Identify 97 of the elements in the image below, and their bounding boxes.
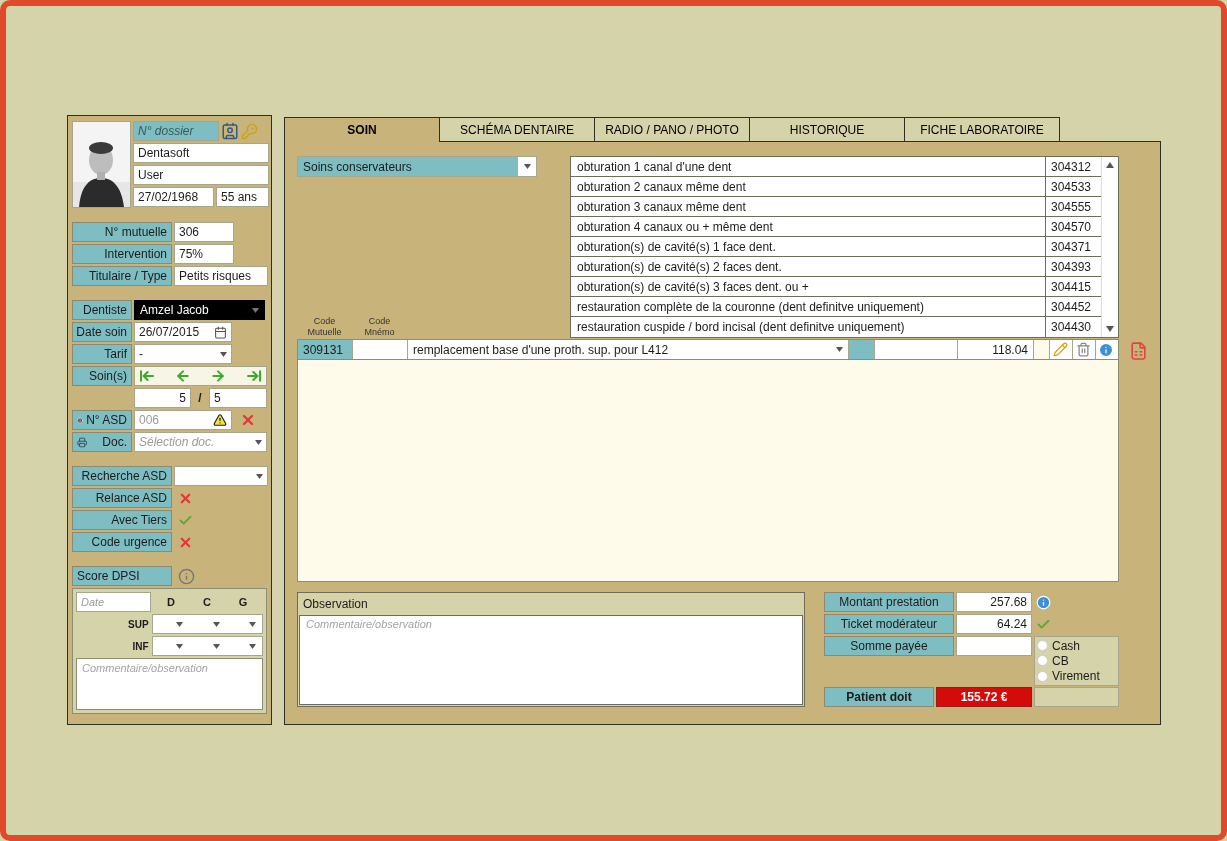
label-text: N° ASD: [86, 413, 127, 427]
current-field[interactable]: 5: [134, 388, 191, 408]
total-field: 5: [209, 388, 267, 408]
treatment-name[interactable]: obturation 2 canaux même dent: [571, 177, 1046, 196]
field-label: Code urgence: [72, 532, 172, 552]
category-select[interactable]: Soins conservateurs: [297, 156, 537, 177]
tab[interactable]: SOIN: [284, 117, 440, 142]
treatment-name[interactable]: obturation 4 canaux ou + même dent: [571, 217, 1046, 236]
treatment-name[interactable]: restauration cuspide / bord incisal (dent definitve uniquement): [571, 317, 1046, 337]
treatment-code[interactable]: 304570: [1046, 217, 1101, 236]
treatment-code[interactable]: 304430: [1046, 317, 1101, 337]
code-cell: 309131: [298, 340, 353, 359]
column-header: D: [166, 596, 176, 608]
row-label: INF: [131, 640, 150, 652]
age-field: 55 ans: [216, 187, 269, 207]
due-amount: 155.72 €: [936, 687, 1032, 707]
tab[interactable]: FICHE LABORATOIRE: [904, 117, 1060, 142]
treatment-code[interactable]: 304312: [1046, 157, 1101, 176]
birth-date-field[interactable]: 27/02/1968: [133, 187, 214, 207]
visit-date-field[interactable]: 26/07/2015: [134, 322, 232, 342]
caret-icon: [523, 164, 531, 169]
caret-icon: [252, 307, 259, 313]
edit-button[interactable]: [1050, 340, 1073, 359]
document-icon[interactable]: [1129, 340, 1148, 362]
field-label: Somme payée: [824, 636, 954, 656]
treatment-name[interactable]: restauration complète de la couronne (dent definitve uniquement): [571, 297, 1046, 316]
treatment-name[interactable]: obturation(s) de cavité(s) 2 faces dent.: [571, 257, 1046, 276]
asd-search-select[interactable]: [174, 466, 268, 486]
scroll-down-icon[interactable]: [1106, 326, 1114, 332]
amount-field: 64.24: [956, 614, 1032, 634]
treatment-code[interactable]: 304371: [1046, 237, 1101, 256]
field-label: Score DPSI: [72, 566, 172, 586]
payment-radio[interactable]: Virement: [1037, 669, 1116, 684]
last-arrow-icon[interactable]: [245, 368, 262, 384]
field-label: Date soin: [72, 322, 132, 342]
caret-icon: [836, 347, 843, 352]
treatment-code[interactable]: 304452: [1046, 297, 1101, 316]
field-label: Tarif: [72, 344, 132, 364]
caret-icon: [212, 643, 220, 649]
field-label: Intervention: [72, 244, 172, 264]
field-label: Dentiste: [72, 300, 132, 320]
field-label: Montant prestation: [824, 592, 954, 612]
treatment-name[interactable]: obturation(s) de cavité(s) 1 face dent.: [571, 237, 1046, 256]
caret-icon: [255, 439, 262, 445]
info-icon: [77, 414, 84, 426]
first-arrow-icon[interactable]: [139, 368, 155, 384]
separator-text: /: [197, 391, 203, 405]
field-label: Ticket modérateur: [824, 614, 954, 634]
label-text: Doc.: [102, 435, 127, 449]
treatment-code[interactable]: 304555: [1046, 197, 1101, 216]
caret-icon: [176, 621, 184, 627]
treatment-name[interactable]: obturation 1 canal d'une dent: [571, 157, 1046, 176]
treatment-code[interactable]: 304393: [1046, 257, 1101, 276]
left-arrow-icon[interactable]: [174, 368, 191, 384]
payment-radio[interactable]: CB: [1037, 654, 1116, 668]
tooth-cell: [849, 340, 875, 359]
caret-icon: [220, 351, 227, 357]
treatment-name[interactable]: obturation 3 canaux même dent: [571, 197, 1046, 216]
column-header: Code Mutuelle: [306, 316, 343, 338]
tarif-select[interactable]: -: [134, 344, 232, 364]
info-icon: [1036, 594, 1051, 610]
treatment-code[interactable]: 304415: [1046, 277, 1101, 296]
dentist-select[interactable]: Amzel Jacob: [134, 300, 265, 320]
contact-icon[interactable]: [221, 122, 239, 140]
panel-title: Observation: [302, 596, 369, 613]
amount-field[interactable]: [956, 636, 1032, 656]
last-name-field[interactable]: Dentasoft: [133, 143, 269, 163]
caret-icon: [249, 643, 256, 649]
field-label: Soin(s): [72, 366, 132, 386]
caret-icon: [256, 473, 263, 479]
column-header: Code Mnémo: [363, 316, 396, 338]
treatment-name[interactable]: obturation(s) de cavité(s) 3 faces dent. ou +: [571, 277, 1046, 296]
delete-icon[interactable]: [240, 412, 256, 428]
info-icon[interactable]: [178, 567, 195, 585]
field-label: Titulaire / Type: [72, 266, 172, 286]
warning-icon: [213, 413, 227, 427]
field-label: Avec Tiers: [72, 510, 172, 530]
caret-icon: [249, 621, 256, 627]
due-label: Patient doit: [824, 687, 934, 707]
payment-radio[interactable]: Cash: [1037, 638, 1116, 653]
row-label: SUP: [127, 618, 150, 630]
column-header: G: [237, 596, 249, 608]
treatment-code[interactable]: 304533: [1046, 177, 1101, 196]
field-value[interactable]: 306: [174, 222, 234, 242]
dossier-field[interactable]: N° dossier: [133, 121, 219, 141]
field-value[interactable]: Petits risques: [174, 266, 268, 286]
calendar-icon[interactable]: [214, 325, 227, 339]
field-label: Recherche ASD: [72, 466, 172, 486]
caret-icon: [176, 643, 184, 649]
column-header: C: [202, 596, 212, 608]
caret-icon: [212, 621, 220, 627]
field-label: Relance ASD: [72, 488, 172, 508]
first-name-field[interactable]: User: [133, 165, 269, 185]
scroll-up-icon[interactable]: [1106, 162, 1114, 168]
field-label: N° mutuelle: [72, 222, 172, 242]
field-value[interactable]: 75%: [174, 244, 234, 264]
amount-field: 257.68: [956, 592, 1032, 612]
